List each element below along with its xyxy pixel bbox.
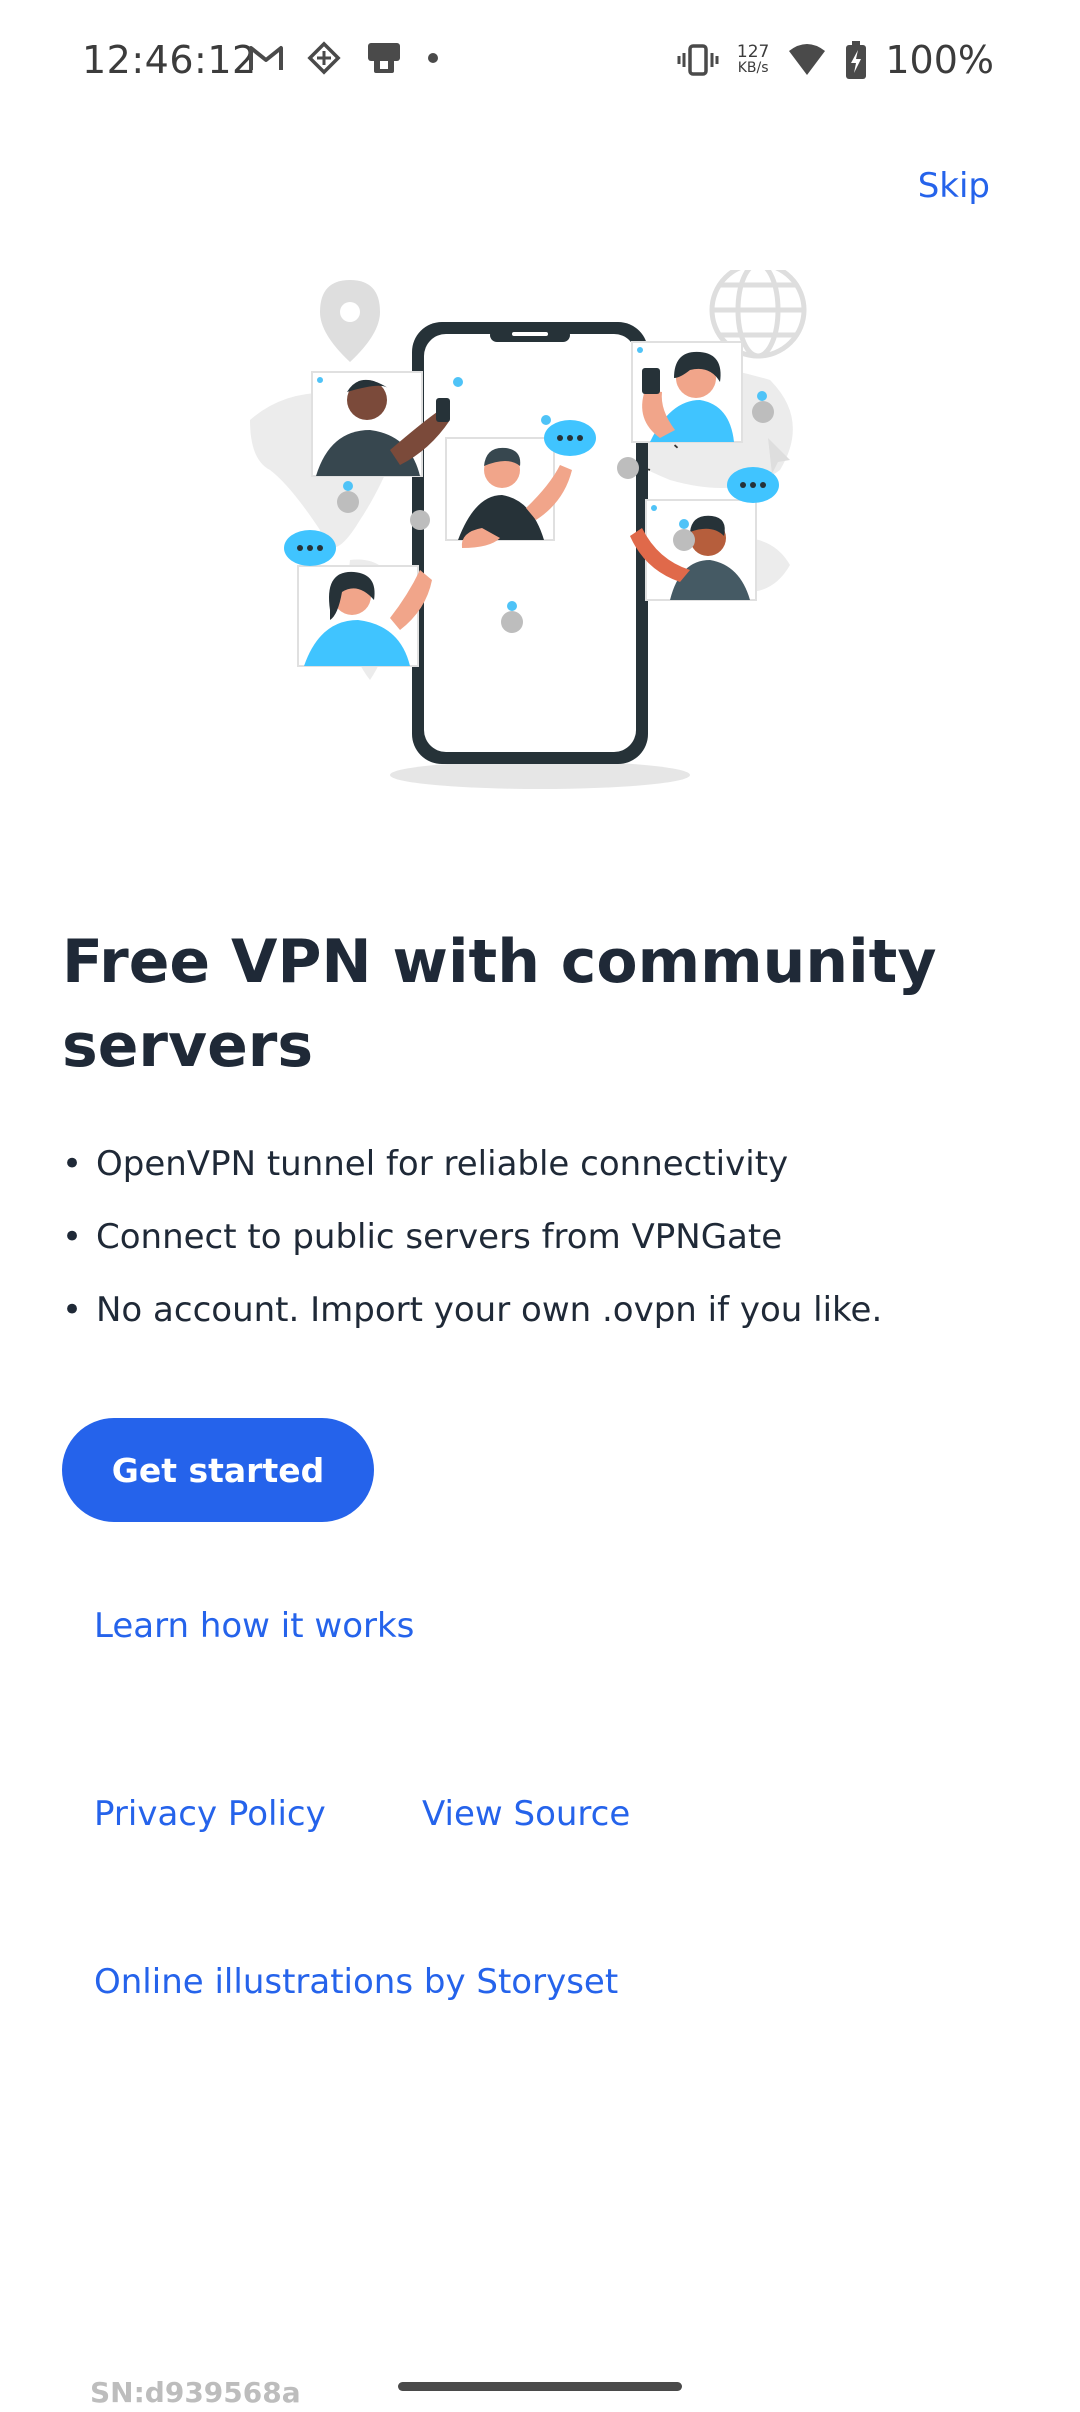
vibrate-icon (677, 44, 719, 76)
page-title: Free VPN with community servers (62, 927, 937, 1081)
skip-button[interactable]: Skip (918, 166, 990, 206)
person-avatar-icon (630, 499, 757, 601)
wifi-icon (789, 44, 826, 75)
chat-bubble-icon (284, 530, 336, 566)
dot-icon (428, 53, 438, 63)
storyset-credit-link[interactable]: Online illustrations by Storyset (94, 1962, 618, 2002)
net-speed-value: 127 (736, 42, 770, 62)
home-indicator[interactable] (398, 2382, 682, 2391)
person-avatar-icon (445, 437, 572, 548)
status-time: 12:46:12 (82, 38, 257, 82)
location-pin-icon (320, 280, 380, 362)
get-started-button[interactable]: Get started (62, 1418, 374, 1522)
phone-illustration (412, 322, 648, 764)
feature-item: Connect to public servers from VPNGate (62, 1201, 1042, 1274)
battery-percent: 100% (885, 38, 994, 82)
learn-how-it-works-link[interactable]: Learn how it works (94, 1606, 414, 1646)
feature-list: OpenVPN tunnel for reliable connectivity… (62, 1128, 1042, 1347)
net-speed-unit: KB/s (737, 60, 769, 76)
nfc-diamond-icon (307, 41, 341, 75)
status-left-icons (248, 40, 440, 76)
gmail-icon (249, 46, 283, 70)
feature-item: OpenVPN tunnel for reliable connectivity (62, 1128, 1042, 1201)
status-right-icons: 127 KB/s 100% (677, 38, 994, 82)
feature-item: No account. Import your own .ovpn if you… (62, 1274, 1042, 1347)
net-speed: 127 KB/s (736, 42, 770, 77)
status-bar: 12:46:12 127 KB/s 100% (0, 0, 1080, 120)
battery-charging-icon (846, 41, 867, 79)
chat-bubble-icon (727, 467, 779, 503)
person-avatar-icon (297, 565, 432, 667)
person-avatar-icon (631, 341, 743, 443)
view-source-link[interactable]: View Source (422, 1794, 630, 1834)
privacy-policy-link[interactable]: Privacy Policy (94, 1794, 326, 1834)
chat-bubble-icon (544, 420, 596, 456)
vpn-phone-icon (368, 43, 400, 73)
community-vpn-illustration (250, 270, 807, 789)
serial-number: SN:d939568a (90, 2376, 301, 2409)
